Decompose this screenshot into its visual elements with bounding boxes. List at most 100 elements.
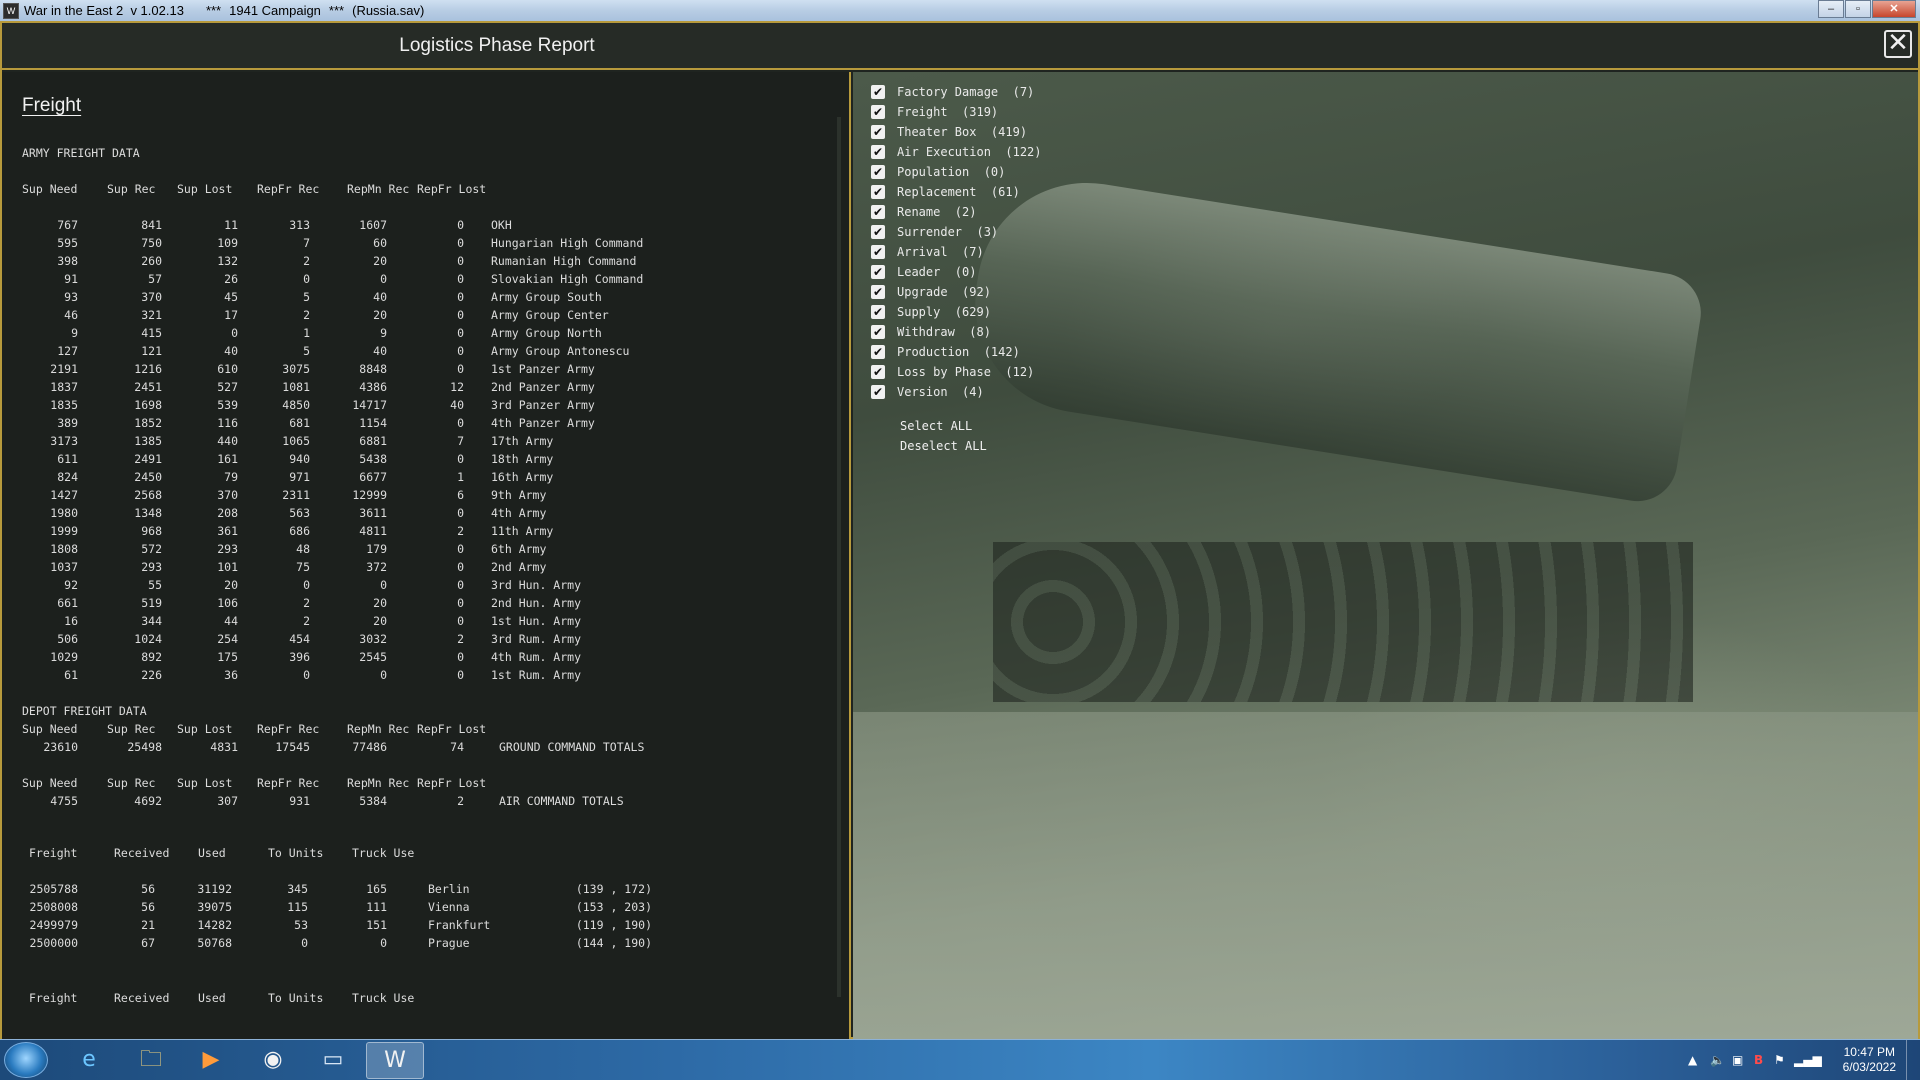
- table-cell: 7: [457, 434, 464, 448]
- table-cell: 26: [224, 272, 238, 286]
- total-cell: 23610: [43, 740, 78, 754]
- table-cell: 3173: [50, 434, 78, 448]
- table-cell: 5438: [359, 452, 387, 466]
- checkbox-checked-icon[interactable]: ✔: [871, 385, 885, 399]
- chrome-icon[interactable]: ◉: [244, 1042, 302, 1079]
- volume-icon[interactable]: 🔈: [1710, 1053, 1725, 1067]
- table-cell: 20: [373, 596, 387, 610]
- table-cell: 611: [57, 452, 78, 466]
- table-cell: 1385: [134, 434, 162, 448]
- filter-item[interactable]: ✔ Theater Box (419): [871, 122, 1042, 142]
- table-cell: 2: [303, 308, 310, 322]
- checkbox-checked-icon[interactable]: ✔: [871, 205, 885, 219]
- depot-coordinates: (119 , 190): [575, 918, 652, 932]
- table-cell: 20: [224, 578, 238, 592]
- minimize-button[interactable]: –: [1818, 0, 1844, 18]
- checkbox-checked-icon[interactable]: ✔: [871, 105, 885, 119]
- checkbox-checked-icon[interactable]: ✔: [871, 285, 885, 299]
- network-app-icon[interactable]: ▣: [1732, 1053, 1743, 1067]
- filter-item[interactable]: ✔ Population (0): [871, 162, 1042, 182]
- column-header: Freight: [29, 991, 78, 1005]
- table-cell: 2: [303, 596, 310, 610]
- internet-explorer-icon[interactable]: e: [60, 1042, 118, 1079]
- checkbox-checked-icon[interactable]: ✔: [871, 365, 885, 379]
- checkbox-checked-icon[interactable]: ✔: [871, 85, 885, 99]
- deselect-all-link[interactable]: Deselect ALL: [900, 439, 987, 453]
- checkbox-checked-icon[interactable]: ✔: [871, 185, 885, 199]
- filter-item[interactable]: ✔ Leader (0): [871, 262, 1042, 282]
- wite2-game-icon[interactable]: W: [366, 1042, 424, 1079]
- table-cell: 0: [303, 578, 310, 592]
- close-report-button[interactable]: ✕: [1884, 30, 1912, 58]
- filter-item[interactable]: ✔ Loss by Phase (12): [871, 362, 1042, 382]
- checkbox-checked-icon[interactable]: ✔: [871, 245, 885, 259]
- total-cell: 5384: [359, 794, 387, 808]
- filter-item[interactable]: ✔ Surrender (3): [871, 222, 1042, 242]
- filter-item[interactable]: ✔ Freight (319): [871, 102, 1042, 122]
- signal-icon[interactable]: ▂▄▆: [1794, 1053, 1822, 1067]
- close-window-button[interactable]: ✕: [1872, 0, 1916, 18]
- column-header: Sup Rec: [107, 722, 156, 736]
- table-cell: 2: [457, 524, 464, 538]
- filter-item[interactable]: ✔ Production (142): [871, 342, 1042, 362]
- checkbox-checked-icon[interactable]: ✔: [871, 325, 885, 339]
- media-player-icon[interactable]: ▶: [182, 1042, 240, 1079]
- checkbox-checked-icon[interactable]: ✔: [871, 225, 885, 239]
- command-name: 11th Army: [491, 524, 554, 538]
- title-separator: ***: [205, 3, 222, 18]
- table-cell: 40: [224, 344, 238, 358]
- filter-item[interactable]: ✔ Replacement (61): [871, 182, 1042, 202]
- maximize-button[interactable]: ▫: [1845, 0, 1871, 18]
- show-hidden-icons-icon[interactable]: ▲: [1688, 1053, 1697, 1067]
- filter-item[interactable]: ✔ Upgrade (92): [871, 282, 1042, 302]
- table-cell: 370: [217, 488, 238, 502]
- depot-footer-header-row: Freight Received Used To Units Truck Use: [2, 991, 842, 1009]
- file-explorer-icon[interactable]: 🗀: [122, 1042, 180, 1079]
- filter-item[interactable]: ✔ Version (4): [871, 382, 1042, 402]
- total-cell: 307: [217, 794, 238, 808]
- background-photo-tank-car: [959, 167, 1707, 507]
- command-name: Army Group North: [491, 326, 602, 340]
- table-cell: 767: [57, 218, 78, 232]
- b-app-icon[interactable]: B: [1754, 1053, 1763, 1067]
- checkbox-checked-icon[interactable]: ✔: [871, 265, 885, 279]
- checkbox-checked-icon[interactable]: ✔: [871, 345, 885, 359]
- app-icon: W: [3, 2, 19, 19]
- table-row: 398 260 132 2 20 0 Rumanian High Command: [2, 254, 842, 272]
- show-desktop-button[interactable]: [1906, 1040, 1920, 1080]
- table-cell: 2545: [359, 650, 387, 664]
- clock[interactable]: 10:47 PM 6/03/2022: [1843, 1045, 1896, 1075]
- filter-item[interactable]: ✔ Supply (629): [871, 302, 1042, 322]
- filter-item[interactable]: ✔ Air Execution (122): [871, 142, 1042, 162]
- window-controls: – ▫ ✕: [1817, 0, 1916, 18]
- checkbox-checked-icon[interactable]: ✔: [871, 145, 885, 159]
- table-cell: 681: [289, 416, 310, 430]
- checkbox-checked-icon[interactable]: ✔: [871, 305, 885, 319]
- table-cell: 116: [217, 416, 238, 430]
- command-name: 17th Army: [491, 434, 554, 448]
- filter-item[interactable]: ✔ Withdraw (8): [871, 322, 1042, 342]
- filter-label: Surrender (3): [897, 225, 999, 239]
- table-cell: 2499979: [29, 918, 78, 932]
- checkbox-checked-icon[interactable]: ✔: [871, 125, 885, 139]
- table-cell: 75: [296, 560, 310, 574]
- table-cell: 39075: [197, 900, 232, 914]
- start-button[interactable]: [4, 1042, 48, 1078]
- filter-label: Rename (2): [897, 205, 977, 219]
- select-all-link[interactable]: Select ALL: [900, 419, 972, 433]
- checkbox-checked-icon[interactable]: ✔: [871, 165, 885, 179]
- action-center-flag-icon[interactable]: ⚑: [1774, 1053, 1785, 1067]
- freight-report-panel[interactable]: Freight ARMY FREIGHT DATA Sup Need Sup Re…: [2, 72, 851, 1039]
- table-cell: 151: [366, 918, 387, 932]
- depot-name: Berlin: [428, 882, 470, 896]
- filter-item[interactable]: ✔ Factory Damage (7): [871, 82, 1042, 102]
- table-row: 1808 572 293 48 179 0 6th Army: [2, 542, 842, 560]
- filter-item[interactable]: ✔ Rename (2): [871, 202, 1042, 222]
- command-name: 4th Rum. Army: [491, 650, 582, 664]
- table-cell: 1427: [50, 488, 78, 502]
- table-cell: 91: [64, 272, 78, 286]
- filter-item[interactable]: ✔ Arrival (7): [871, 242, 1042, 262]
- table-cell: 370: [141, 290, 162, 304]
- window-app-icon[interactable]: ▭: [304, 1042, 362, 1079]
- table-cell: 0: [457, 614, 464, 628]
